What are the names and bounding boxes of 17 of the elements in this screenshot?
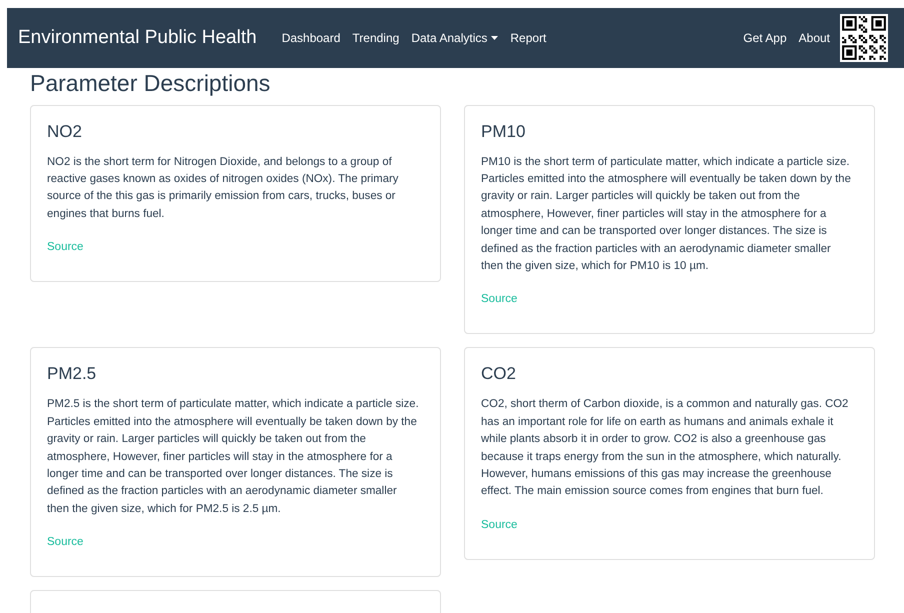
nav-link[interactable]: Get App — [737, 31, 793, 45]
nav-link[interactable]: Trending — [346, 31, 406, 45]
card-description: PM10 is the short term of particulate matter, which indicate a particle size. Particles emitted into the atmosphere will eventually be taken down by the gravity or rain. Larger particles will quickly be taken out from the atmosphere, However, finer particles will stay in the atmosphere for a longer time and can be transported over longer distances. The size is defined as the fraction particles with an aerodynamic diameter smaller then the given size, which for PM10 is 10 µm. — [481, 154, 852, 274]
card-description: NO2 is the short term for Nitrogen Dioxide, and belongs to a group of reactive gases known as oxides of nitrogen oxides (NOx). The primary source of the this gas is primarily emission from cars, trucks, buses or engines that burns fuel. — [47, 154, 400, 222]
card-title: CO2 — [481, 364, 517, 384]
brand-title[interactable]: Environmental Public Health — [18, 27, 257, 49]
card-title: PM10 — [481, 122, 526, 142]
nav-link[interactable]: Data Analytics — [405, 31, 504, 45]
nav-link[interactable]: Dashboard — [276, 31, 346, 45]
page-title: Parameter Descriptions — [30, 70, 272, 98]
nav-link[interactable]: About — [792, 31, 836, 45]
card-description: PM2.5 is the short term of particulate matter, which indicate a particle size. Particles emitted into the atmosphere will eventually be taken down by the gravity or rain. Larger particles will quickly be taken out from the atmosphere, However, finer particles will stay in the atmosphere for a longer time and can be transported over longer distances. The size is defined as the fraction particles with an aerodynamic diameter smaller then the given size, which for PM2.5 is 2.5 µm. — [47, 397, 420, 517]
card-title: NO2 — [47, 122, 83, 142]
card-description: CO2, short therm of Carbon dioxide, is a common and naturally gas. CO2 has an important role for life on earth as humans and animals exhale it while plants absorb it in order to grow. CO2 is also a greenhouse gas because it traps energy from the sun in the atmosphere, which naturally. However, humans emissions of this gas may increase the greenhouse effect. The main emission source comes from engines that burn fuel. — [481, 397, 850, 500]
qr-code-icon — [840, 14, 888, 62]
card-title: PM2.5 — [47, 364, 98, 384]
nav-link[interactable]: Report — [504, 31, 552, 45]
